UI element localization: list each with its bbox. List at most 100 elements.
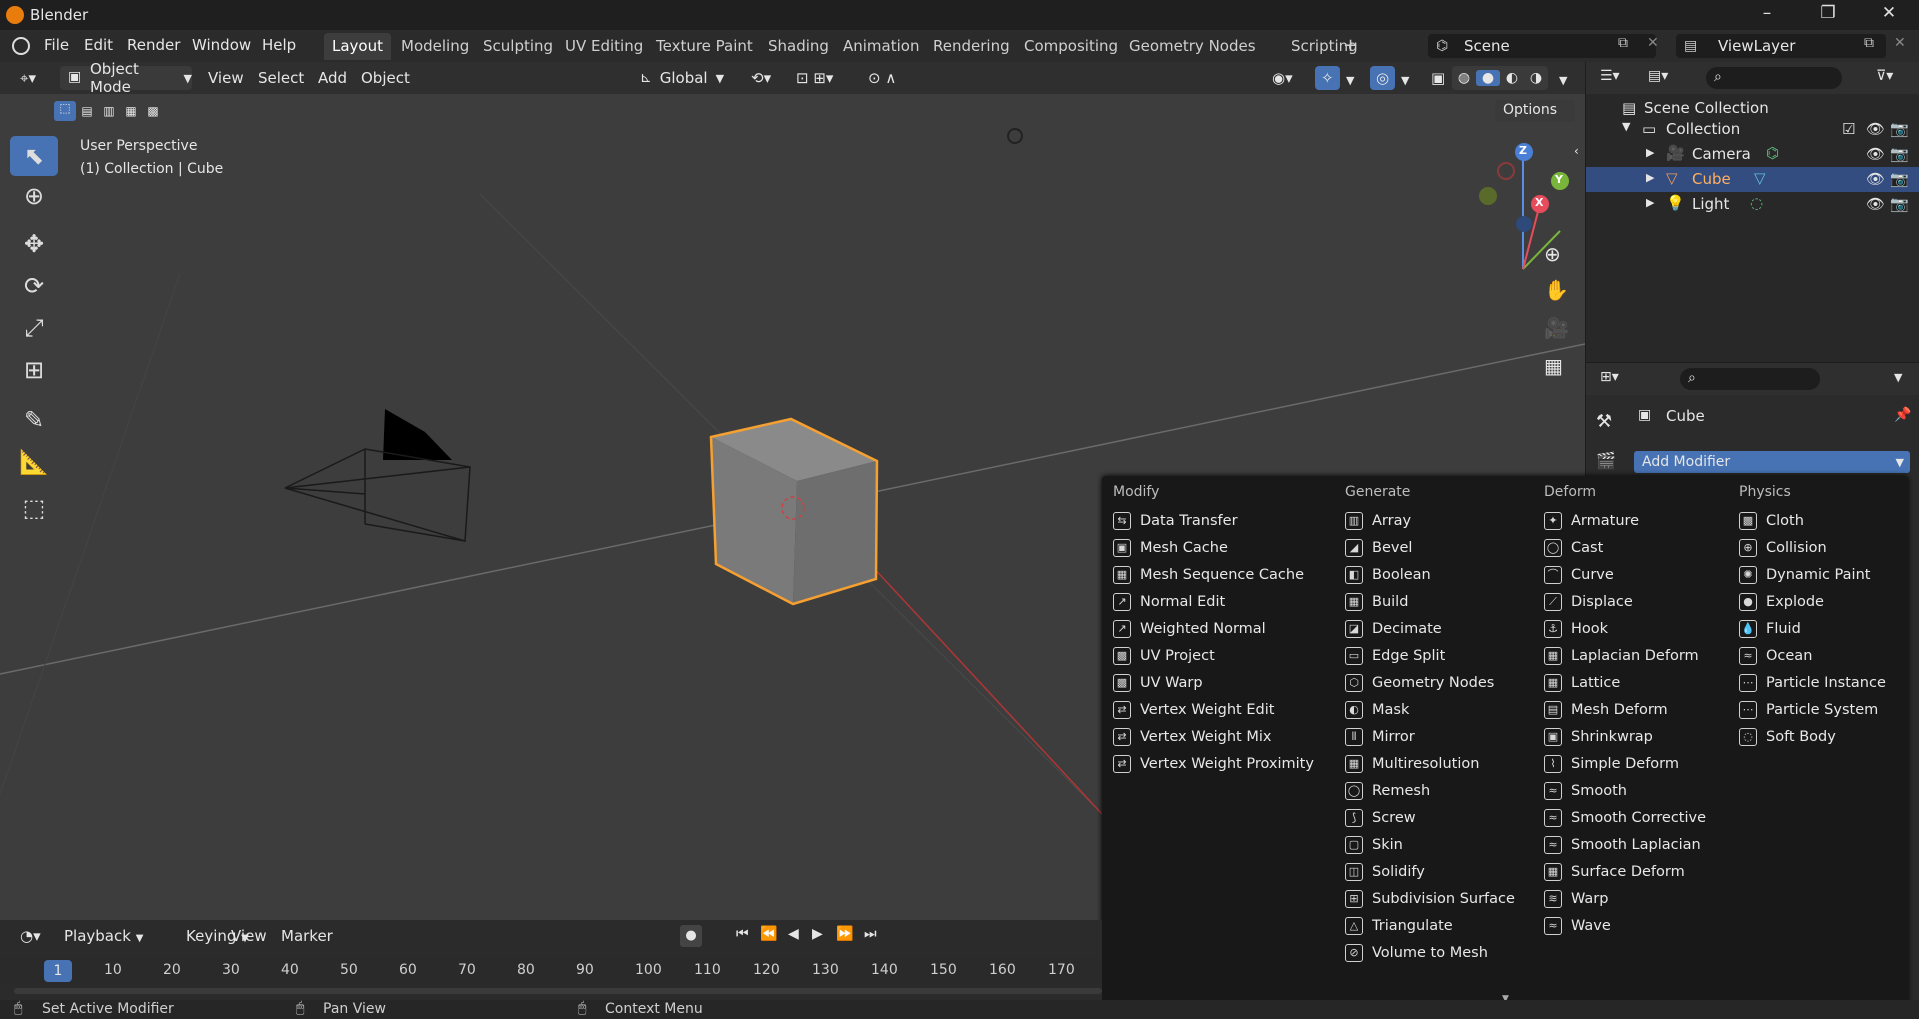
menu-playback[interactable]: Playback ▼ <box>58 924 149 948</box>
tab-shading[interactable]: Shading <box>760 33 837 60</box>
modifier-item-particle-system[interactable]: ⋯ Particle System <box>1739 696 1878 723</box>
modifier-item-soft-body[interactable]: ◌ Soft Body <box>1739 723 1836 750</box>
viewlayer-selector[interactable]: ▤ ViewLayer <box>1676 34 1886 58</box>
outliner-item-cube[interactable]: ▶ ▽ Cube ▽ 👁 📷 <box>1586 167 1919 192</box>
gizmo-x-label[interactable]: X <box>1535 196 1543 209</box>
new-viewlayer-icon[interactable]: ⧉ <box>1864 35 1874 51</box>
modifier-item-build[interactable]: ▦ Build <box>1345 588 1408 615</box>
select-tool-icon[interactable]: ⬉ <box>10 136 58 176</box>
expand-icon[interactable]: ▶ <box>1646 146 1654 159</box>
gizmo-dropdown-icon[interactable]: ▼ <box>1340 71 1360 95</box>
timeline-scrollbar[interactable] <box>14 988 1102 994</box>
select-intersect-icon[interactable]: ▩ <box>142 104 164 118</box>
pivot-icon[interactable]: ⟲▾ <box>745 66 777 90</box>
modifier-item-solidify[interactable]: ◫ Solidify <box>1345 858 1425 885</box>
modifier-item-vertex-weight-proximity[interactable]: ⇄ Vertex Weight Proximity <box>1113 750 1314 777</box>
maximize-icon[interactable]: ❐ <box>1808 3 1848 27</box>
display-mode-icon[interactable]: ▤▾ <box>1648 68 1668 84</box>
annotate-tool-icon[interactable]: ✎ <box>10 400 58 440</box>
options-button[interactable]: Options <box>1495 100 1575 122</box>
menu-marker[interactable]: Marker <box>275 924 339 948</box>
modifier-item-laplacian-deform[interactable]: ▦ Laplacian Deform <box>1544 642 1699 669</box>
modifier-item-mesh-deform[interactable]: ▤ Mesh Deform <box>1544 696 1668 723</box>
xray-icon[interactable]: ▣ <box>1425 66 1451 90</box>
sidebar-toggle-icon[interactable]: ‹ <box>1574 144 1579 158</box>
render-camera-icon[interactable]: 📷 <box>1890 195 1909 213</box>
outliner-search-input[interactable]: ⌕ <box>1706 67 1842 89</box>
zoom-icon[interactable]: ⊕ <box>1544 242 1561 266</box>
blender-menu-icon[interactable] <box>12 37 30 55</box>
play-reverse-icon[interactable]: ◀ <box>788 926 799 942</box>
menu-select[interactable]: Select <box>252 66 310 90</box>
eye-icon[interactable]: 👁 <box>1866 120 1885 138</box>
jump-end-icon[interactable]: ⏭ <box>864 926 877 942</box>
modifier-item-geometry-nodes[interactable]: ⬡ Geometry Nodes <box>1345 669 1494 696</box>
snap-icon[interactable]: ⊡ ⊞▾ <box>790 66 839 90</box>
pan-icon[interactable]: ✋ <box>1544 278 1569 302</box>
menu-view[interactable]: View <box>202 66 250 90</box>
modifier-item-explode[interactable]: ● Explode <box>1739 588 1824 615</box>
tab-geometry-nodes[interactable]: Geometry Nodes <box>1121 33 1264 60</box>
close-icon[interactable]: ✕ <box>1869 3 1909 27</box>
modifier-item-bevel[interactable]: ◢ Bevel <box>1345 534 1412 561</box>
tab-compositing[interactable]: Compositing <box>1016 33 1126 60</box>
camera-view-icon[interactable]: 🎥 <box>1544 316 1569 340</box>
record-icon[interactable]: ● <box>680 925 702 947</box>
modifier-item-skin[interactable]: ▢ Skin <box>1345 831 1403 858</box>
measure-tool-icon[interactable]: 📐 <box>10 442 58 482</box>
render-camera-icon[interactable]: 📷 <box>1890 170 1909 188</box>
menu-file[interactable]: File <box>44 36 69 54</box>
modifier-item-array[interactable]: ▥ Array <box>1345 507 1411 534</box>
modifier-item-volume-to-mesh[interactable]: ⊘ Volume to Mesh <box>1345 939 1488 966</box>
modifier-item-boolean[interactable]: ◧ Boolean <box>1345 561 1431 588</box>
cursor-tool-icon[interactable]: ⊕ <box>10 176 58 216</box>
render-camera-icon[interactable]: 📷 <box>1890 145 1909 163</box>
tab-sculpting[interactable]: Sculpting <box>475 33 561 60</box>
add-cube-tool-icon[interactable]: ⬚ <box>10 488 58 528</box>
select-box-icon[interactable]: ⬚ <box>54 101 76 121</box>
modifier-item-displace[interactable]: ⟋ Displace <box>1544 588 1633 615</box>
outliner-editor-icon[interactable]: ☰▾ <box>1600 68 1620 84</box>
gizmo-z-label[interactable]: Z <box>1519 144 1527 157</box>
wireframe-shading-icon[interactable]: ◍ <box>1452 70 1476 86</box>
play-icon[interactable]: ▶ <box>812 926 823 942</box>
modifier-item-smooth-corrective[interactable]: ≈ Smooth Corrective <box>1544 804 1706 831</box>
modifier-item-mesh-cache[interactable]: ▣ Mesh Cache <box>1113 534 1228 561</box>
overlay-dropdown-icon[interactable]: ▼ <box>1395 71 1415 95</box>
modifier-item-mesh-sequence-cache[interactable]: ▦ Mesh Sequence Cache <box>1113 561 1304 588</box>
modifier-item-particle-instance[interactable]: ⋯ Particle Instance <box>1739 669 1886 696</box>
modifier-item-triangulate[interactable]: △ Triangulate <box>1345 912 1453 939</box>
eye-icon[interactable]: 👁 <box>1866 195 1885 213</box>
modifier-item-lattice[interactable]: ▦ Lattice <box>1544 669 1620 696</box>
overlay-toggle-icon[interactable]: ◎ <box>1370 66 1396 90</box>
eye-icon[interactable]: 👁 <box>1866 170 1885 188</box>
properties-editor-icon[interactable]: ⊞▾ <box>1600 369 1619 385</box>
modifier-item-wave[interactable]: ≈ Wave <box>1544 912 1611 939</box>
render-tab-icon[interactable]: 🎬 <box>1596 451 1616 470</box>
menu-edit[interactable]: Edit <box>84 36 113 54</box>
menu-help[interactable]: Help <box>262 36 296 54</box>
tab-rendering[interactable]: Rendering <box>925 33 1018 60</box>
menu-window[interactable]: Window <box>192 36 251 54</box>
mesh-data-icon[interactable]: ▽ <box>1754 169 1766 187</box>
outliner-item-camera[interactable]: ▶ 🎥 Camera ⌬ 👁 📷 <box>1586 142 1919 167</box>
tab-uv-editing[interactable]: UV Editing <box>557 33 651 60</box>
shading-dropdown-icon[interactable]: ▼ <box>1553 71 1573 95</box>
modifier-item-dynamic-paint[interactable]: ✺ Dynamic Paint <box>1739 561 1870 588</box>
modifier-item-smooth[interactable]: ≈ Smooth <box>1544 777 1627 804</box>
light-data-icon[interactable]: ◌ <box>1750 194 1763 212</box>
menu-add[interactable]: Add <box>312 66 353 90</box>
modifier-item-weighted-normal[interactable]: ↗ Weighted Normal <box>1113 615 1266 642</box>
modifier-item-vertex-weight-mix[interactable]: ⇄ Vertex Weight Mix <box>1113 723 1271 750</box>
modifier-item-remesh[interactable]: ◯ Remesh <box>1345 777 1430 804</box>
properties-search-input[interactable]: ⌕ <box>1680 368 1820 390</box>
delete-viewlayer-icon[interactable]: ✕ <box>1894 35 1906 51</box>
new-scene-icon[interactable]: ⧉ <box>1618 35 1628 51</box>
select-extend-icon[interactable]: ▤ <box>76 104 98 118</box>
rendered-shading-icon[interactable]: ◑ <box>1524 70 1548 86</box>
current-frame-indicator[interactable]: 1 <box>44 960 72 982</box>
modifier-item-subdivision-surface[interactable]: ⊞ Subdivision Surface <box>1345 885 1515 912</box>
add-workspace-icon[interactable]: + <box>1335 31 1366 58</box>
modifier-item-uv-warp[interactable]: ▩ UV Warp <box>1113 669 1203 696</box>
minimize-icon[interactable]: – <box>1747 3 1787 27</box>
